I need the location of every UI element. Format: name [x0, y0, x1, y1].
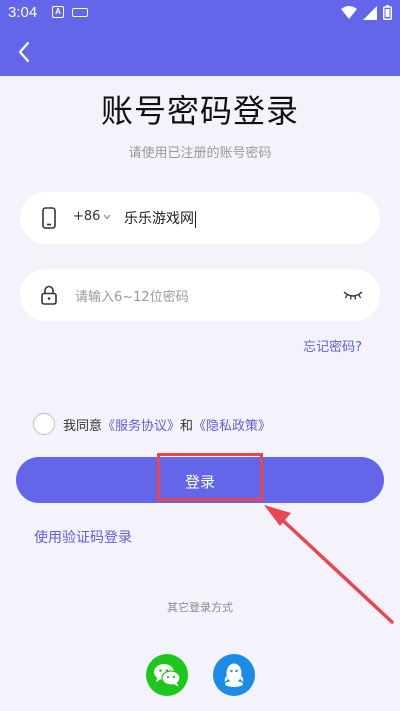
eye-closed-icon[interactable]: [342, 287, 364, 303]
login-button-label: 登录: [184, 472, 215, 491]
notification-a-icon: A: [52, 6, 64, 18]
keyboard-icon: [72, 8, 88, 17]
back-button[interactable]: [10, 38, 38, 66]
wifi-icon: [341, 5, 357, 19]
agreement-row: 我同意 《服务协议》 和 《隐私政策》: [33, 413, 271, 435]
other-login-label: 其它登录方式: [167, 601, 233, 614]
status-bar: 3:04 A: [0, 0, 400, 26]
privacy-policy-link[interactable]: 《隐私政策》: [193, 415, 271, 434]
header-bar: [0, 26, 400, 76]
chevron-left-icon: [18, 41, 30, 63]
agreement-and: 和: [180, 418, 194, 434]
phone-input[interactable]: 乐乐游戏网: [124, 208, 196, 228]
status-icons: [341, 5, 392, 20]
sms-login-link[interactable]: 使用验证码登录: [34, 527, 132, 547]
phone-icon: [38, 206, 60, 230]
wechat-login-button[interactable]: [146, 654, 188, 696]
phone-input-value: 乐乐游戏网: [124, 211, 194, 227]
agreement-checkbox[interactable]: [33, 413, 55, 435]
agreement-prefix: 我同意: [63, 418, 103, 434]
phone-field[interactable]: +86 乐乐游戏网: [20, 192, 380, 244]
password-input[interactable]: 请输入6~12位密码: [75, 286, 325, 305]
country-code-label: +86: [73, 209, 101, 224]
battery-icon: [383, 5, 392, 20]
service-agreement-link[interactable]: 《服务协议》: [102, 415, 180, 434]
signal-icon: [363, 5, 377, 20]
qq-icon: [224, 663, 244, 687]
page-title: 账号密码登录: [100, 92, 299, 130]
wechat-icon: [154, 664, 181, 687]
chevron-down-icon: [103, 214, 111, 219]
login-button[interactable]: 登录: [16, 457, 384, 503]
password-field[interactable]: 请输入6~12位密码: [20, 269, 380, 321]
country-code-select[interactable]: +86: [73, 209, 111, 224]
qq-login-button[interactable]: [213, 654, 255, 696]
text-caret: [195, 210, 196, 228]
page-subtitle: 请使用已注册的账号密码: [128, 146, 272, 161]
lock-icon: [38, 283, 60, 307]
forgot-password-link[interactable]: 忘记密码?: [303, 336, 362, 355]
status-time: 3:04: [8, 4, 38, 21]
